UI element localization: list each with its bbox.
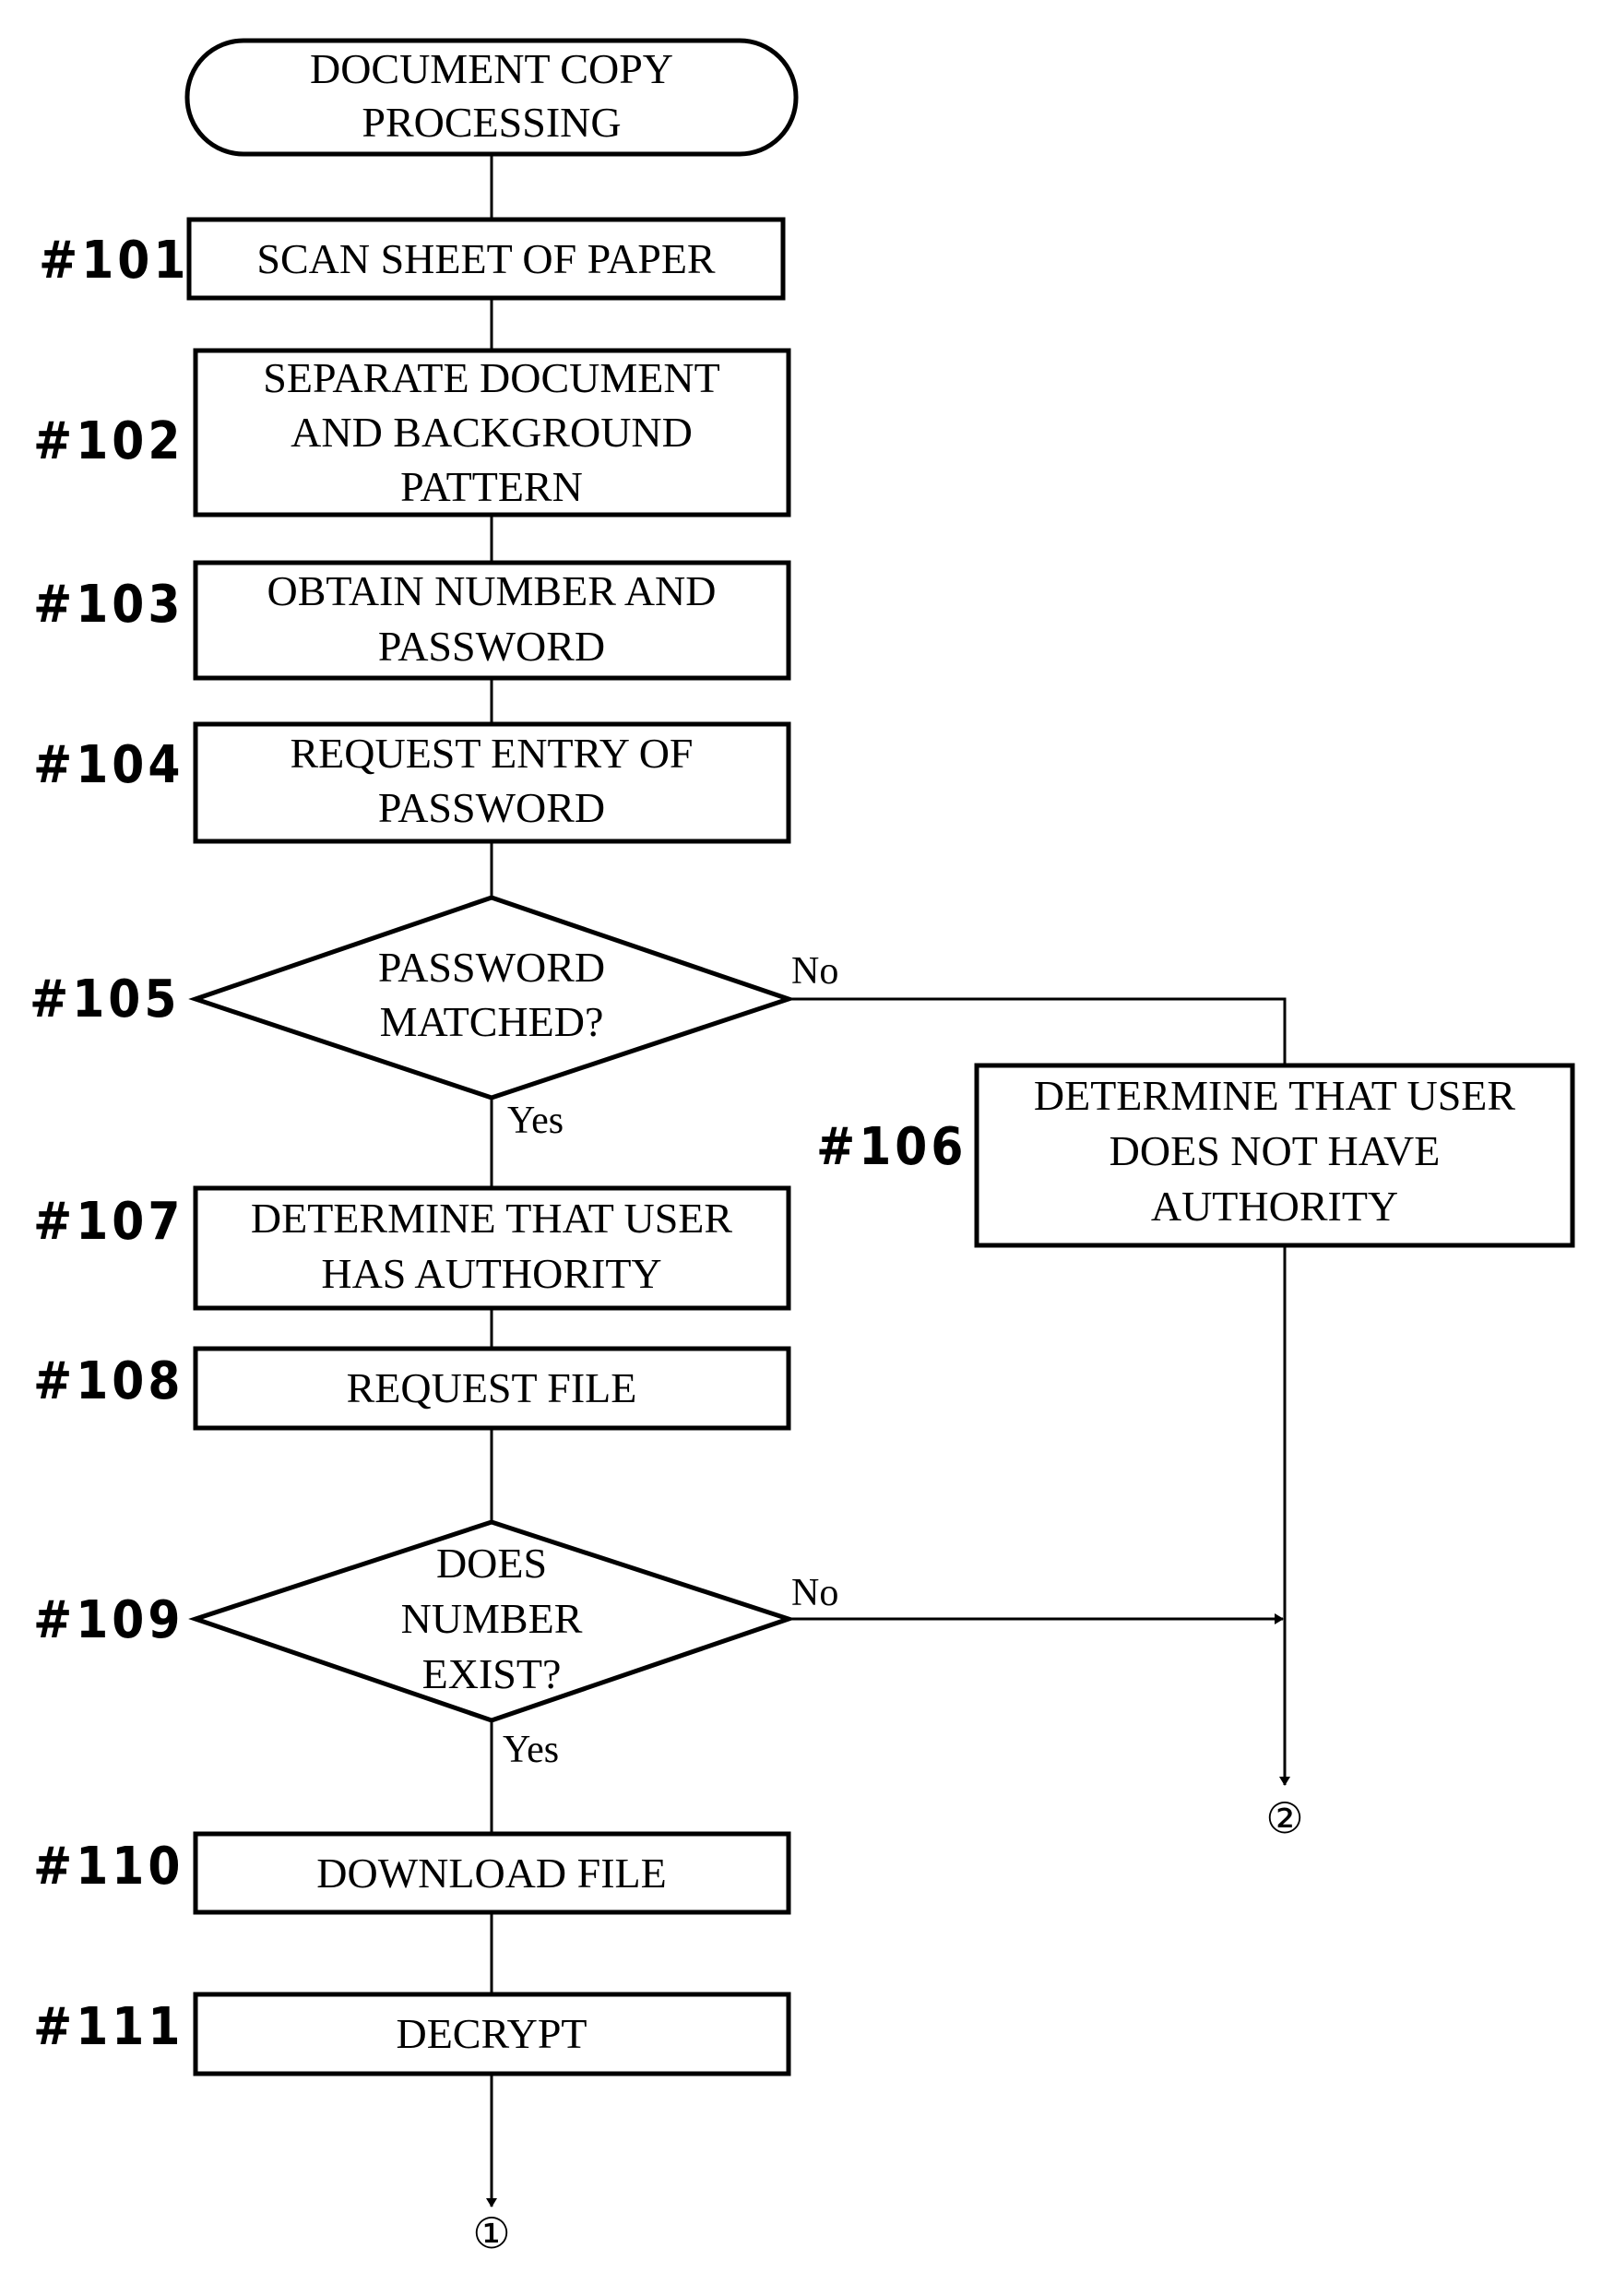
decision-105: #105 PASSWORD MATCHED? No Yes bbox=[30, 895, 838, 1142]
decision-105-text-line-1: PASSWORD bbox=[378, 944, 605, 991]
step-108: #108 REQUEST FILE bbox=[33, 1346, 791, 1431]
step-label-104: #104 bbox=[33, 735, 184, 795]
step-104: #104 REQUEST ENTRY OF PASSWORD bbox=[33, 721, 791, 844]
step-106-text-line-1: DETERMINE THAT USER bbox=[1034, 1072, 1516, 1119]
step-111: #111 DECRYPT bbox=[33, 1992, 791, 2076]
step-107-text-line-1: DETERMINE THAT USER bbox=[251, 1195, 733, 1242]
step-101: #101 SCAN SHEET OF PAPER bbox=[39, 217, 786, 301]
step-label-101: #101 bbox=[39, 231, 189, 291]
step-label-108: #108 bbox=[33, 1351, 184, 1411]
step-label-102: #102 bbox=[33, 411, 184, 471]
decision-105-yes-label: Yes bbox=[507, 1100, 564, 1142]
step-label-110: #110 bbox=[33, 1837, 184, 1897]
step-label-106: #106 bbox=[816, 1117, 967, 1177]
step-103: #103 OBTAIN NUMBER AND PASSWORD bbox=[33, 560, 791, 681]
step-102: #102 SEPARATE DOCUMENT AND BACKGROUND PA… bbox=[33, 348, 791, 517]
edge-105-106 bbox=[789, 997, 1287, 1065]
step-108-text: REQUEST FILE bbox=[347, 1364, 637, 1411]
step-106: #106 DETERMINE THAT USER DOES NOT HAVE A… bbox=[816, 1063, 1575, 1248]
step-104-text-line-1: REQUEST ENTRY OF bbox=[290, 730, 693, 777]
decision-109: #109 DOES NUMBER EXIST? No Yes bbox=[33, 1519, 838, 1771]
step-110: #110 DOWNLOAD FILE bbox=[33, 1831, 791, 1915]
step-111-text: DECRYPT bbox=[396, 2010, 587, 2057]
decision-109-yes-label: Yes bbox=[503, 1729, 559, 1771]
decision-109-text-line-2: NUMBER bbox=[401, 1595, 583, 1642]
decision-105-text-line-2: MATCHED? bbox=[380, 998, 604, 1045]
step-107-text-line-2: HAS AUTHORITY bbox=[321, 1250, 661, 1297]
step-101-text: SCAN SHEET OF PAPER bbox=[256, 235, 716, 282]
step-106-text-line-2: DOES NOT HAVE bbox=[1110, 1127, 1441, 1174]
step-label-109: #109 bbox=[33, 1590, 184, 1650]
step-102-text-line-1: SEPARATE DOCUMENT bbox=[263, 354, 719, 401]
start-text-line-1: DOCUMENT COPY bbox=[310, 45, 673, 92]
step-102-text-line-2: AND BACKGROUND bbox=[291, 409, 693, 456]
decision-105-no-label: No bbox=[791, 950, 838, 993]
step-label-107: #107 bbox=[33, 1192, 184, 1252]
flowchart: DOCUMENT COPY PROCESSING #101 SCAN SHEET… bbox=[30, 38, 1575, 2258]
step-107: #107 DETERMINE THAT USER HAS AUTHORITY bbox=[33, 1185, 791, 1311]
step-110-text: DOWNLOAD FILE bbox=[316, 1850, 666, 1897]
step-103-text-line-2: PASSWORD bbox=[378, 623, 605, 670]
decision-109-no-label: No bbox=[791, 1572, 838, 1614]
decision-109-text-line-1: DOES bbox=[436, 1540, 547, 1587]
step-103-text-line-1: OBTAIN NUMBER AND bbox=[267, 567, 717, 614]
step-102-text-line-3: PATTERN bbox=[400, 463, 583, 510]
step-label-111: #111 bbox=[33, 1997, 184, 2057]
connector-1: ① bbox=[472, 2208, 510, 2258]
start-terminator: DOCUMENT COPY PROCESSING bbox=[184, 38, 799, 157]
step-label-105: #105 bbox=[30, 970, 180, 1029]
connector-2: ② bbox=[1265, 1793, 1303, 1843]
decision-109-text-line-3: EXIST? bbox=[422, 1650, 562, 1697]
step-106-text-line-3: AUTHORITY bbox=[1151, 1183, 1398, 1230]
start-text-line-2: PROCESSING bbox=[362, 99, 621, 146]
step-104-text-line-2: PASSWORD bbox=[378, 784, 605, 831]
step-label-103: #103 bbox=[33, 575, 184, 635]
